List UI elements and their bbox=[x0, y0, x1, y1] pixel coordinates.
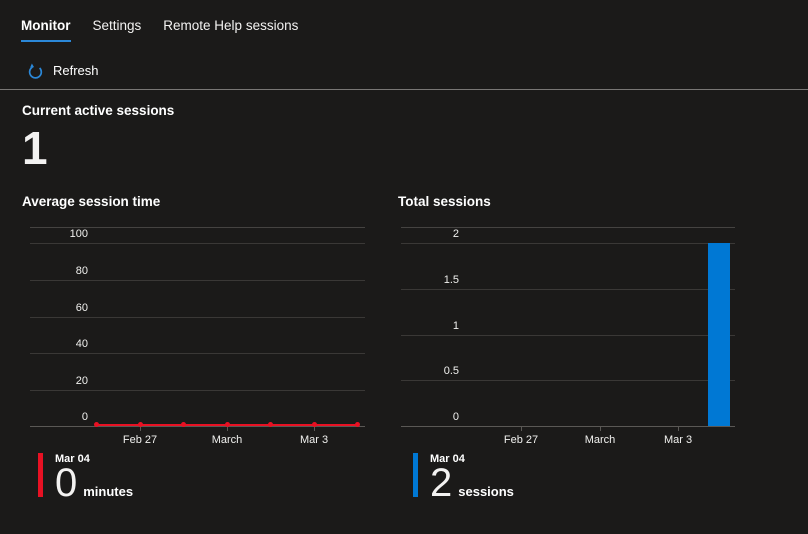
tab-settings[interactable]: Settings bbox=[93, 18, 142, 42]
toolbar-divider bbox=[0, 89, 808, 90]
y-gridline bbox=[401, 335, 735, 336]
x-tick-label: March bbox=[584, 434, 616, 446]
x-tick bbox=[678, 427, 679, 431]
line-point bbox=[94, 422, 99, 427]
legend-unit: minutes bbox=[83, 484, 134, 499]
x-tick-label: Mar 3 bbox=[299, 434, 329, 446]
refresh-label: Refresh bbox=[53, 62, 99, 78]
x-tick bbox=[521, 427, 522, 431]
y-tick-label: 80 bbox=[75, 265, 88, 277]
x-tick bbox=[227, 427, 228, 431]
tab-remote-help-sessions[interactable]: Remote Help sessions bbox=[163, 18, 298, 42]
y-tick-label: 0 bbox=[452, 411, 459, 423]
y-tick-label: 20 bbox=[75, 375, 88, 387]
y-tick-label: 100 bbox=[69, 228, 88, 240]
x-axis-line bbox=[401, 426, 735, 427]
chart-total-sessions: 2 1.5 1 0.5 0 Feb 27 March Mar 3 bbox=[401, 227, 735, 446]
line-point bbox=[181, 422, 186, 427]
legend-value: 2 bbox=[430, 461, 453, 505]
x-tick bbox=[600, 427, 601, 431]
y-gridline bbox=[401, 289, 735, 290]
legend-value: 0 bbox=[55, 461, 78, 505]
x-tick-label: March bbox=[211, 434, 243, 446]
refresh-button[interactable]: Refresh bbox=[27, 60, 99, 80]
chart-title-total-sessions: Total sessions bbox=[398, 194, 491, 209]
y-gridline bbox=[30, 390, 365, 391]
x-tick bbox=[314, 427, 315, 431]
legend-color-bar bbox=[38, 453, 43, 497]
y-tick-label: 0 bbox=[81, 411, 88, 423]
y-gridline bbox=[401, 380, 735, 381]
x-tick-label: Feb 27 bbox=[503, 434, 539, 446]
remote-help-monitor-page: Monitor Settings Remote Help sessions Re… bbox=[0, 0, 808, 534]
y-gridline bbox=[30, 353, 365, 354]
y-gridline bbox=[30, 280, 365, 281]
y-tick-label: 1.5 bbox=[443, 274, 459, 286]
legend-total-sessions: Mar 04 2 sessions bbox=[413, 453, 514, 503]
legend-color-bar bbox=[413, 453, 418, 497]
line-point bbox=[355, 422, 360, 427]
refresh-icon bbox=[27, 62, 44, 79]
legend-unit: sessions bbox=[458, 484, 514, 499]
y-tick-label: 60 bbox=[75, 302, 88, 314]
legend-average-session-time: Mar 04 0 minutes bbox=[38, 453, 133, 503]
line-point bbox=[268, 422, 273, 427]
y-tick-label: 0.5 bbox=[443, 365, 459, 377]
chart-average-session-time: 100 80 60 40 20 0 Feb 27 March Mar 3 bbox=[30, 227, 365, 446]
tab-bar: Monitor Settings Remote Help sessions bbox=[21, 18, 298, 42]
x-tick-label: Mar 3 bbox=[663, 434, 693, 446]
bar-mar-4 bbox=[708, 243, 730, 426]
tab-monitor[interactable]: Monitor bbox=[21, 18, 71, 42]
current-active-sessions-label: Current active sessions bbox=[22, 103, 175, 118]
x-tick bbox=[140, 427, 141, 431]
y-gridline bbox=[401, 243, 735, 244]
y-tick-label: 2 bbox=[452, 228, 459, 240]
y-tick-label: 40 bbox=[75, 338, 88, 350]
y-gridline bbox=[30, 317, 365, 318]
x-tick-label: Feb 27 bbox=[122, 434, 158, 446]
y-tick-label: 1 bbox=[452, 320, 459, 332]
current-active-sessions-value: 1 bbox=[22, 122, 48, 174]
y-gridline bbox=[30, 243, 365, 244]
chart-title-average-session-time: Average session time bbox=[22, 194, 161, 209]
